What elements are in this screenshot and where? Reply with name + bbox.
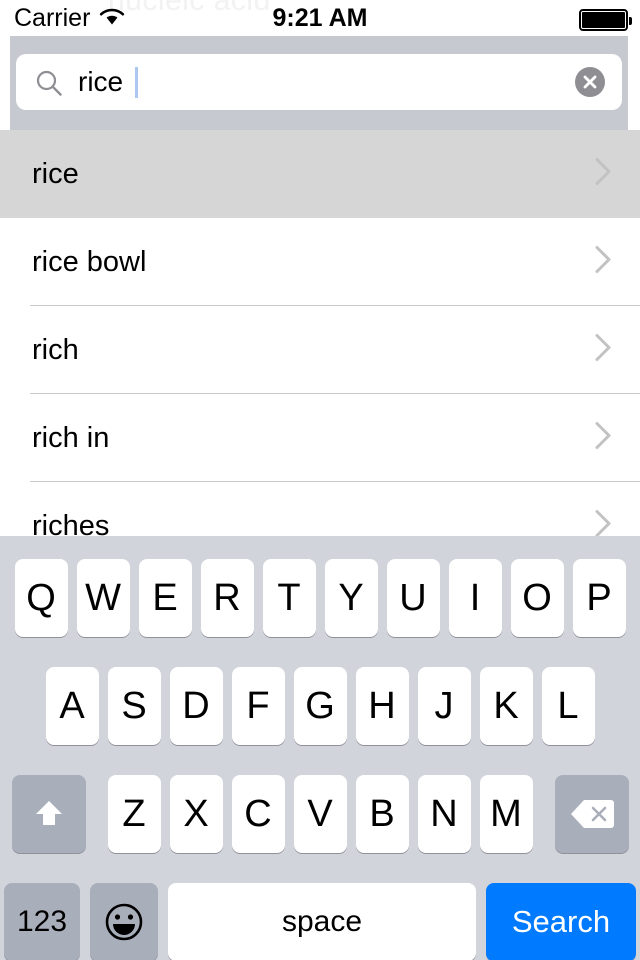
shift-arrow-icon <box>35 801 62 825</box>
suggestion-row-rice-bowl[interactable]: rice bowl <box>0 218 640 306</box>
key-m[interactable]: M <box>479 775 533 853</box>
key-s[interactable]: S <box>107 667 161 745</box>
search-input-value: rice <box>78 66 124 97</box>
key-n[interactable]: N <box>417 775 471 853</box>
key-b[interactable]: B <box>355 775 409 853</box>
suggestion-row-rich[interactable]: rich <box>0 306 640 394</box>
numbers-key[interactable]: 123 <box>4 883 80 960</box>
keyboard-row-2: A S D F G H J K L <box>0 658 640 754</box>
search-input[interactable]: rice <box>16 54 622 110</box>
status-bar-clock: 9:21 AM <box>272 4 368 32</box>
key-w[interactable]: W <box>76 559 130 637</box>
backspace-key[interactable] <box>554 775 629 853</box>
chevron-right-icon[interactable] <box>592 155 614 194</box>
key-e[interactable]: E <box>138 559 192 637</box>
key-i[interactable]: I <box>448 559 502 637</box>
on-screen-keyboard[interactable]: Q W E R T Y U I O P A S D F G H J K L Z … <box>0 536 640 960</box>
search-key[interactable]: Search <box>486 883 636 960</box>
key-l[interactable]: L <box>541 667 595 745</box>
key-r[interactable]: R <box>200 559 254 637</box>
key-x[interactable]: X <box>169 775 223 853</box>
keyboard-row-1: Q W E R T Y U I O P <box>0 550 640 646</box>
keyboard-row-4: 123 space Search <box>0 874 640 960</box>
chevron-right-icon[interactable] <box>592 331 614 370</box>
shift-key[interactable] <box>11 775 86 853</box>
chevron-right-icon[interactable] <box>592 419 614 458</box>
search-bar-container: rice <box>10 36 628 130</box>
key-g[interactable]: G <box>293 667 347 745</box>
chevron-right-icon[interactable] <box>592 507 614 536</box>
iphone-screen: nucleic acid Carrier 9:21 AM rice rice r… <box>0 0 640 960</box>
key-d[interactable]: D <box>169 667 223 745</box>
key-h[interactable]: H <box>355 667 409 745</box>
battery-full-icon <box>579 9 632 31</box>
key-u[interactable]: U <box>386 559 440 637</box>
suggestion-label: rice bowl <box>32 246 147 278</box>
key-c[interactable]: C <box>231 775 285 853</box>
suggestion-label: riches <box>32 510 110 536</box>
key-q[interactable]: Q <box>14 559 68 637</box>
clear-search-button[interactable] <box>575 67 605 97</box>
suggestion-label: rich <box>32 334 79 366</box>
suggestion-row-rice[interactable]: rice <box>0 130 640 218</box>
chevron-right-icon[interactable] <box>592 243 614 282</box>
key-a[interactable]: A <box>45 667 99 745</box>
emoji-key[interactable] <box>90 883 158 960</box>
search-icon <box>34 68 64 103</box>
key-p[interactable]: P <box>572 559 626 637</box>
suggestion-row-rich-in[interactable]: rich in <box>0 394 640 482</box>
key-j[interactable]: J <box>417 667 471 745</box>
suggestion-row-riches[interactable]: riches <box>0 482 640 536</box>
keyboard-row-3: Z X C V B N M <box>0 766 640 862</box>
suggestion-label: rice <box>32 158 79 190</box>
key-f[interactable]: F <box>231 667 285 745</box>
backspace-icon <box>570 800 614 828</box>
search-suggestions-list[interactable]: rice rice bowl rich rich in riches <box>0 130 640 536</box>
key-o[interactable]: O <box>510 559 564 637</box>
suggestion-label: rich in <box>32 422 110 454</box>
status-bar: Carrier 9:21 AM <box>0 0 640 36</box>
space-key[interactable]: space <box>168 883 476 960</box>
key-t[interactable]: T <box>262 559 316 637</box>
emoji-smiley-icon <box>105 903 143 941</box>
key-v[interactable]: V <box>293 775 347 853</box>
key-z[interactable]: Z <box>107 775 161 853</box>
key-y[interactable]: Y <box>324 559 378 637</box>
key-k[interactable]: K <box>479 667 533 745</box>
text-cursor <box>135 67 138 98</box>
